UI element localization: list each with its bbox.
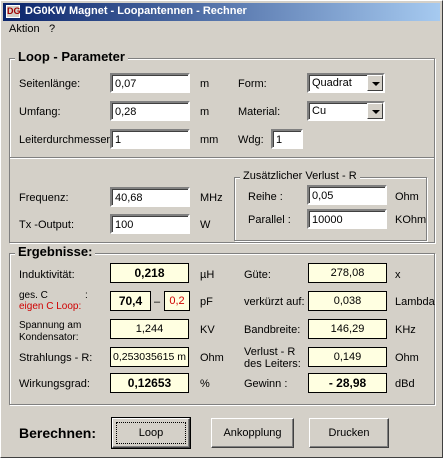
app-icon[interactable]: DG — [6, 5, 21, 18]
kapazitaet-label-ges: ges. C — [19, 290, 48, 301]
leiterdurchmesser-input[interactable]: 1 — [110, 129, 190, 149]
loop-button[interactable]: Loop — [111, 417, 191, 449]
form-label: Form: — [238, 78, 267, 90]
title-bar[interactable]: DG DG0KW Magnet - Loopantennen - Rechner — [3, 3, 440, 21]
chevron-down-icon[interactable] — [367, 75, 383, 91]
frequenz-unit: MHz — [200, 192, 223, 204]
guete-label: Güte: — [244, 269, 271, 281]
verlust-leiter-label-1: Verlust - R — [244, 346, 296, 358]
verlust-group-title: Zusätzlicher Verlust - R — [240, 170, 360, 182]
spannung-label-2: Kondensator: — [19, 332, 79, 343]
drucken-button[interactable]: Drucken — [309, 418, 389, 448]
form-value: Quadrat — [312, 77, 352, 89]
reihe-unit: Ohm — [395, 191, 419, 203]
kapazitaet-value: 70,4 — [110, 291, 151, 311]
wirkungsgrad-label: Wirkungsgrad: — [19, 378, 90, 390]
tx-output-label: Tx -Output: — [19, 219, 75, 231]
verlust-leiter-value: 0,149 — [308, 347, 387, 367]
wirkungsgrad-value: 0,12653 — [110, 373, 189, 393]
berechnen-label: Berechnen: — [19, 425, 97, 441]
parallel-label: Parallel : — [248, 214, 291, 226]
spannung-value: 1,244 — [110, 319, 189, 339]
material-select[interactable]: Cu — [307, 101, 385, 121]
induktivitaet-label: Induktivität: — [19, 269, 75, 281]
leiterdurchmesser-label: Leiterdurchmesser: — [19, 134, 114, 146]
frequenz-input[interactable]: 40,68 — [110, 187, 190, 207]
kapazitaet-label-eigen: eigen C Loop: — [19, 301, 82, 312]
loop-parameter-title: Loop - Parameter — [15, 49, 128, 64]
verkuerzt-label: verkürzt auf: — [244, 296, 305, 308]
verkuerzt-value: 0,038 — [308, 291, 387, 311]
parallel-unit: KOhm — [395, 214, 427, 226]
gewinn-value: - 28,98 — [308, 373, 387, 393]
parallel-input[interactable]: 10000 — [307, 209, 387, 229]
reihe-input[interactable]: 0,05 — [307, 185, 387, 205]
spannung-unit: KV — [200, 324, 215, 336]
results-title: Ergebnisse: — [15, 244, 96, 259]
spannung-label-1: Spannung am — [19, 320, 82, 331]
bandbreite-value: 146,29 — [308, 319, 387, 339]
material-value: Cu — [312, 105, 327, 117]
menu-aktion[interactable]: Aktion — [9, 23, 40, 35]
wirkungsgrad-unit: % — [200, 378, 210, 390]
menu-help[interactable]: ? — [49, 23, 55, 35]
strahlung-value: 0,253035615 m — [110, 347, 189, 367]
tx-output-unit: W — [200, 219, 211, 231]
induktivitaet-unit: µH — [200, 269, 215, 281]
focus-indicator — [116, 422, 186, 444]
guete-unit: x — [395, 269, 401, 281]
drucken-button-label: Drucken — [328, 427, 370, 439]
seitenlaenge-input[interactable]: 0,07 — [110, 73, 190, 93]
form-select[interactable]: Quadrat — [307, 73, 385, 93]
leiterdurchmesser-unit: mm — [200, 134, 219, 146]
frequenz-label: Frequenz: — [19, 192, 69, 204]
kapazitaet-dash: – — [154, 296, 161, 308]
wdg-input[interactable]: 1 — [271, 129, 303, 149]
verkuerzt-unit: Lambda — [395, 296, 435, 308]
eigen-kapazitaet-value: 0,2 — [164, 291, 190, 311]
main-window: DG DG0KW Magnet - Loopantennen - Rechner… — [0, 0, 443, 458]
chevron-down-icon[interactable] — [367, 103, 383, 119]
bandbreite-label: Bandbreite: — [244, 324, 301, 336]
gewinn-unit: dBd — [395, 378, 415, 390]
verlust-leiter-unit: Ohm — [395, 352, 419, 364]
gewinn-label: Gewinn : — [244, 378, 288, 390]
induktivitaet-value: 0,218 — [110, 263, 189, 283]
menu-bar: Aktion ? — [3, 22, 440, 38]
ankopplung-button-label: Ankopplung — [223, 427, 282, 439]
tx-output-input[interactable]: 100 — [110, 214, 190, 234]
window-title: DG0KW Magnet - Loopantennen - Rechner — [25, 5, 247, 17]
guete-value: 278,08 — [308, 263, 387, 283]
seitenlaenge-label: Seitenlänge: — [19, 78, 81, 90]
reihe-label: Reihe : — [248, 191, 283, 203]
seitenlaenge-unit: m — [200, 78, 210, 90]
kapazitaet-colon: : — [85, 290, 88, 301]
strahlung-unit: Ohm — [200, 352, 224, 364]
verlust-leiter-label-2: des Leiters: — [244, 358, 301, 370]
wdg-label: Wdg: — [238, 134, 264, 146]
material-label: Material: — [238, 106, 281, 118]
strahlung-label: Strahlungs - R: — [19, 352, 93, 364]
ankopplung-button[interactable]: Ankopplung — [211, 418, 294, 448]
umfang-input[interactable]: 0,28 — [110, 101, 190, 121]
umfang-label: Umfang: — [19, 106, 61, 118]
umfang-unit: m — [200, 106, 210, 118]
kapazitaet-unit: pF — [200, 296, 213, 308]
bandbreite-unit: KHz — [395, 324, 416, 336]
